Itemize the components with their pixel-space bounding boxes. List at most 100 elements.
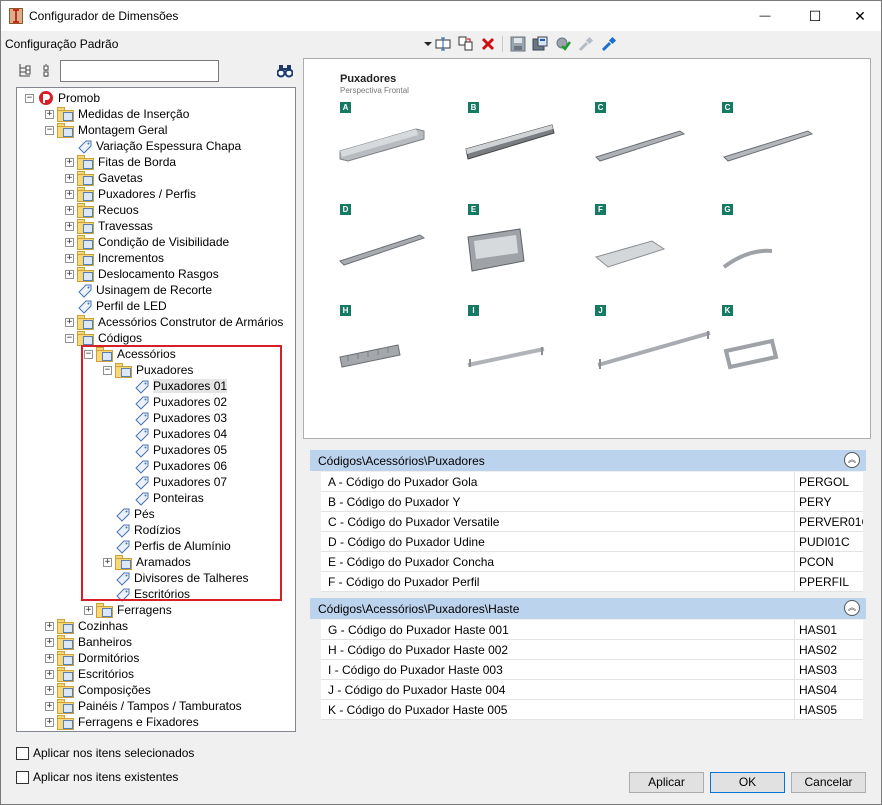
tree-node-montagem-geral[interactable]: − Montagem Geral [45,122,167,138]
property-value[interactable]: PUDI01C [795,532,863,551]
tree-node-travessas[interactable]: + Travessas [65,218,153,234]
property-row[interactable]: G - Código do Puxador Haste 001 HAS01 [321,620,863,640]
maximize-button[interactable]: ☐ [792,1,838,31]
edit-link-icon[interactable] [600,35,618,53]
expand-toggle[interactable]: + [65,189,74,199]
collapse-toggle[interactable]: − [65,333,74,343]
tree-node-incrementos[interactable]: + Incrementos [65,250,164,266]
property-value[interactable]: PCON [795,552,863,571]
property-row[interactable]: E - Código do Puxador Concha PCON [321,552,863,572]
tree-node-aramados[interactable]: + Aramados [103,554,191,570]
property-value[interactable]: HAS01 [795,620,863,639]
collapse-toggle[interactable]: − [45,125,54,135]
search-input[interactable] [60,60,219,82]
property-row[interactable]: D - Código do Puxador Udine PUDI01C [321,532,863,552]
tree-node-recuos[interactable]: + Recuos [65,202,139,218]
tree-node-pes[interactable]: Pés [103,506,155,522]
property-row[interactable]: K - Código do Puxador Haste 005 HAS05 [321,700,863,720]
tree-node-puxadores-03[interactable]: Puxadores 03 [122,410,227,426]
tree-expand-icon[interactable] [16,62,34,80]
tree-node-condicao-de-visibilidade[interactable]: + Condição de Visibilidade [65,234,229,250]
minimize-button[interactable]: — [742,1,788,31]
collapse-chevron-icon[interactable]: ︽ [844,600,860,616]
tree-node-promob[interactable]: − Promob [25,90,100,106]
tree-node-puxadores[interactable]: − Puxadores [103,362,193,378]
expand-toggle[interactable]: + [45,717,54,727]
tree-node-cozinhas[interactable]: + Cozinhas [45,618,128,634]
property-value[interactable]: HAS03 [795,660,863,679]
apply-button[interactable]: Aplicar [629,772,704,793]
expand-toggle[interactable]: + [45,653,54,663]
expand-toggle[interactable]: + [103,557,112,567]
tree-node-variacao-espessura-chapa[interactable]: Variação Espessura Chapa [65,138,241,154]
tree-node-perfil-de-led[interactable]: Perfil de LED [65,298,167,314]
expand-toggle[interactable]: + [65,221,74,231]
expand-toggle[interactable]: + [45,637,54,647]
property-row[interactable]: C - Código do Puxador Versatile PERVER01… [321,512,863,532]
tree-node-ferragens-e-fixadores[interactable]: + Ferragens e Fixadores [45,714,199,730]
tree-node-puxadores-04[interactable]: Puxadores 04 [122,426,227,442]
tree-node-fitas-de-borda[interactable]: + Fitas de Borda [65,154,176,170]
property-value[interactable]: PERVER01C [795,512,863,531]
text-field-icon[interactable] [434,35,452,53]
property-value[interactable]: PERGOL [795,472,863,491]
tree-node-escritorios-acessorios[interactable]: Escritórios [103,586,190,602]
tree-node-puxadores-01[interactable]: Puxadores 01 [122,378,228,394]
binoculars-icon[interactable] [276,62,294,80]
tree-node-acessorios-construtor-de-armarios[interactable]: + Acessórios Construtor de Armários [65,314,283,330]
tree-node-medidas-de-insercao[interactable]: + Medidas de Inserção [45,106,189,122]
property-row[interactable]: I - Código do Puxador Haste 003 HAS03 [321,660,863,680]
expand-toggle[interactable]: + [45,109,54,119]
collapse-toggle[interactable]: − [84,349,93,359]
property-value[interactable]: HAS04 [795,680,863,699]
expand-toggle[interactable]: + [65,157,74,167]
property-row[interactable]: H - Código do Puxador Haste 002 HAS02 [321,640,863,660]
delete-icon[interactable] [479,35,497,53]
property-row[interactable]: B - Código do Puxador Y PERY [321,492,863,512]
link-icon[interactable] [577,35,595,53]
group-header-haste[interactable]: Códigos\Acessórios\Puxadores\Haste ︽ [310,598,866,619]
tree-node-ferragens[interactable]: + Ferragens [84,602,172,618]
tree-node-divisores-de-talheres[interactable]: Divisores de Talheres [103,570,249,586]
tree-node-perfis-de-aluminio[interactable]: Perfis de Alumínio [103,538,231,554]
tree-node-rodizios[interactable]: Rodízios [103,522,181,538]
expand-toggle[interactable]: + [65,317,74,327]
property-row[interactable]: F - Código do Puxador Perfil PPERFIL [321,572,863,592]
collapse-toggle[interactable]: − [103,365,112,375]
tree-node-paineis-tampos-tamburatos[interactable]: + Painéis / Tampos / Tamburatos [45,698,242,714]
tree-node-puxadores-05[interactable]: Puxadores 05 [122,442,227,458]
expand-toggle[interactable]: + [65,269,74,279]
tree-node-puxadores-perfis[interactable]: + Puxadores / Perfis [65,186,196,202]
expand-toggle[interactable]: + [45,685,54,695]
tree-node-puxadores-06[interactable]: Puxadores 06 [122,458,227,474]
property-value[interactable]: HAS05 [795,700,863,719]
expand-toggle[interactable]: + [45,669,54,679]
tree-node-usinagem-de-recorte[interactable]: Usinagem de Recorte [65,282,212,298]
close-button[interactable]: ✕ [837,1,882,31]
apply-selected-checkbox[interactable] [16,747,29,760]
tree-node-puxadores-07[interactable]: Puxadores 07 [122,474,227,490]
save-icon[interactable] [509,35,527,53]
property-row[interactable]: J - Código do Puxador Haste 004 HAS04 [321,680,863,700]
tree-node-ponteiras[interactable]: Ponteiras [122,490,204,506]
group-header-puxadores[interactable]: Códigos\Acessórios\Puxadores ︽ [310,450,866,471]
cancel-button[interactable]: Cancelar [791,772,866,793]
tree-node-banheiros[interactable]: + Banheiros [45,634,132,650]
tree-node-gavetas[interactable]: + Gavetas [65,170,143,186]
tree-node-deslocamento-rasgos[interactable]: + Deslocamento Rasgos [65,266,219,282]
ok-button[interactable]: OK [710,772,785,793]
tree-node-puxadores-02[interactable]: Puxadores 02 [122,394,227,410]
property-value[interactable]: PERY [795,492,863,511]
tree-node-acessorios[interactable]: − Acessórios [84,346,176,362]
property-value[interactable]: PPERFIL [795,572,863,591]
property-row[interactable]: A - Código do Puxador Gola PERGOL [321,472,863,492]
expand-toggle[interactable]: + [45,701,54,711]
export-icon[interactable] [531,35,549,53]
expand-toggle[interactable]: + [65,173,74,183]
refresh-icon[interactable] [554,35,572,53]
tree-node-composicoes[interactable]: + Composições [45,682,151,698]
expand-toggle[interactable]: + [45,621,54,631]
collapse-chevron-icon[interactable]: ︽ [844,452,860,468]
expand-toggle[interactable]: + [65,237,74,247]
tree-node-escritorios[interactable]: + Escritórios [45,666,134,682]
